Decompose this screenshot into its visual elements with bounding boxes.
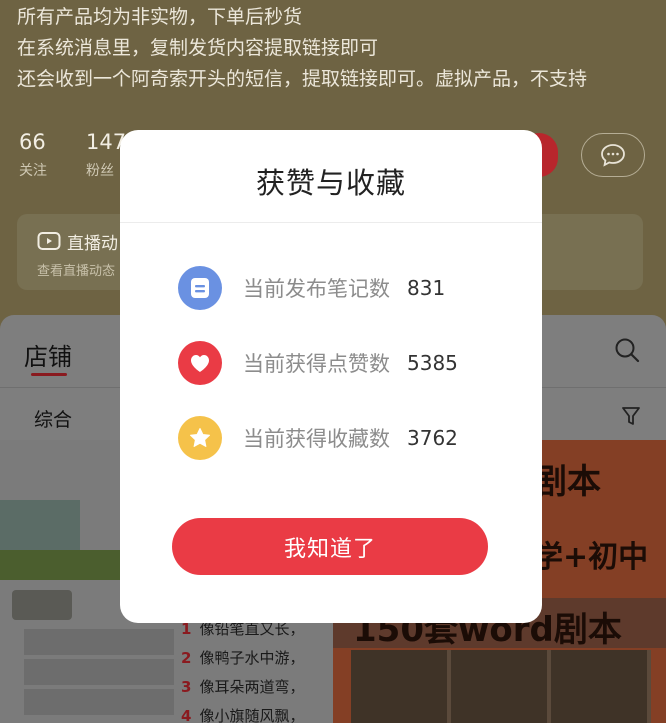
row-value: 3762: [407, 426, 458, 450]
bio-line: 在系统消息里，复制发货内容提取链接即可: [17, 37, 379, 59]
product-image-book: [12, 590, 72, 620]
tab-shop[interactable]: 店铺: [24, 337, 72, 372]
stat-following[interactable]: 66 关注: [19, 130, 47, 180]
product-headline: 学+初中: [533, 540, 649, 575]
heart-icon: [178, 341, 222, 385]
message-button[interactable]: [581, 133, 645, 177]
row-label: 当前发布笔记数: [243, 277, 390, 301]
filter-icon[interactable]: [621, 405, 641, 427]
product-poem: 1 像铅笔直又长， 2 像鸭子水中游， 3 像耳朵两道弯， 4 像小旗随风飘，: [181, 615, 304, 723]
tab-indicator: [31, 373, 67, 376]
dialog-title: 获赞与收藏: [255, 166, 406, 200]
stat-label: 关注: [19, 163, 47, 179]
search-icon[interactable]: [614, 337, 640, 363]
likes-favorites-dialog: 获赞与收藏 当前发布笔记数 831 当前获得点赞数 5385 当前获得收藏数 3…: [120, 130, 542, 623]
confirm-button[interactable]: 我知道了: [172, 518, 488, 575]
row-notes-count: 当前发布笔记数 831: [178, 266, 518, 310]
bio-line: 所有产品均为非实物，下单后秒货: [17, 6, 303, 28]
row-likes-count: 当前获得点赞数 5385: [178, 341, 518, 385]
product-headline: 剧本: [533, 462, 601, 502]
poem-line: 3 像耳朵两道弯，: [181, 678, 305, 696]
row-value: 831: [407, 276, 446, 300]
star-icon: [178, 416, 222, 460]
bio-line: 还会收到一个阿奇索开头的短信，提取链接即可。虚拟产品，不支持: [17, 68, 588, 90]
live-card-subtitle: 查看直播动态: [37, 264, 116, 279]
row-label: 当前获得点赞数: [243, 352, 390, 376]
sort-comprehensive[interactable]: 综合: [34, 405, 72, 432]
video-icon: [37, 232, 61, 250]
profile-bio: 所有产品均为非实物，下单后秒货 在系统消息里，复制发货内容提取链接即可 还会收到…: [17, 2, 587, 95]
product-image-grid: [351, 650, 651, 723]
poem-line: 4 像小旗随风飘，: [181, 707, 305, 723]
stat-value: 66: [19, 130, 46, 154]
poem-line: 2 像鸭子水中游，: [181, 649, 305, 667]
product-image-lines: [24, 625, 174, 715]
note-icon: [178, 266, 222, 310]
chat-bubble-icon: [601, 144, 625, 167]
row-value: 5385: [407, 351, 458, 375]
row-favorites-count: 当前获得收藏数 3762: [178, 416, 518, 460]
live-card-title: 直播动: [67, 234, 118, 254]
row-label: 当前获得收藏数: [243, 427, 390, 451]
dialog-divider: [120, 222, 542, 223]
